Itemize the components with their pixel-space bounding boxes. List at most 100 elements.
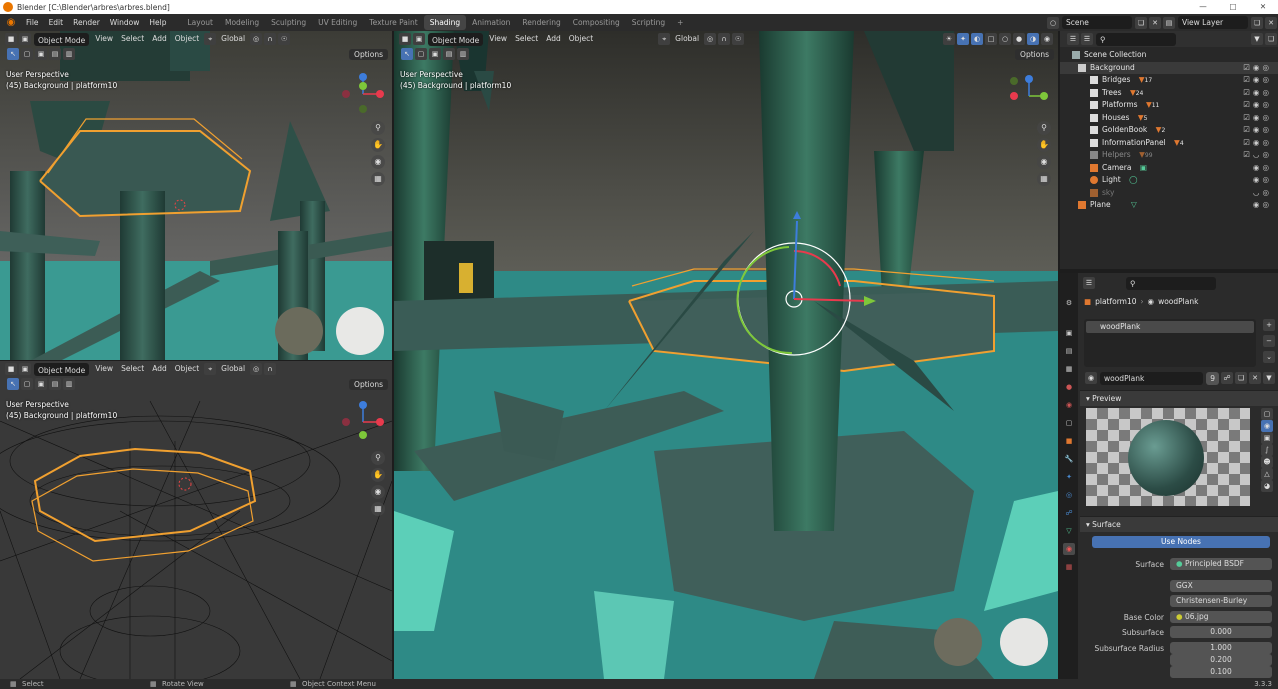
select-tool-icon[interactable]: ↖ <box>401 48 413 60</box>
ortho-grid-icon[interactable]: ▦ <box>371 502 385 516</box>
options-button[interactable]: Options <box>349 49 388 60</box>
outliner-row-helpers[interactable]: Helpers ▼99 ☑◡◎ <box>1060 149 1278 162</box>
surface-section-header[interactable]: ▾ Surface <box>1080 516 1278 532</box>
scene-selector[interactable]: Scene <box>1062 16 1132 29</box>
view-layer-tab-icon[interactable]: ▦ <box>1063 363 1075 375</box>
select-mode-set-icon[interactable]: ▢ <box>415 48 427 60</box>
proportional-edit-icon[interactable]: ☉ <box>278 33 291 45</box>
row-toggles[interactable]: ☑◉◎ <box>1243 124 1272 137</box>
pivot-icon[interactable]: ◎ <box>704 33 717 45</box>
subsurface-radius-z-field[interactable]: 0.100 <box>1170 666 1272 678</box>
delete-scene-icon[interactable]: ✕ <box>1149 16 1161 29</box>
ortho-grid-icon[interactable]: ▦ <box>371 172 385 186</box>
pan-hand-icon[interactable]: ✋ <box>371 138 385 152</box>
subsurface-method-dropdown[interactable]: Christensen-Burley <box>1170 595 1272 607</box>
snap-icon[interactable]: ∩ <box>264 33 277 45</box>
use-nodes-button[interactable]: Use Nodes <box>1092 536 1270 548</box>
material-users-count[interactable]: 9 <box>1206 371 1219 385</box>
navigation-gizmo[interactable] <box>1004 71 1054 121</box>
menu-add[interactable]: Add <box>148 31 171 47</box>
pan-hand-icon[interactable]: ✋ <box>371 468 385 482</box>
select-mode-invert-icon[interactable]: ▥ <box>457 48 469 60</box>
material-name-field[interactable]: woodPlank <box>1100 371 1204 385</box>
mode-selector[interactable]: Object Mode <box>34 32 90 46</box>
outliner-row-sky[interactable]: sky ◡◎ <box>1060 187 1278 200</box>
menu-select[interactable]: Select <box>511 31 542 47</box>
outliner-row-houses[interactable]: Houses ▼5 ☑◉◎ <box>1060 112 1278 125</box>
menu-view[interactable]: View <box>91 361 117 377</box>
render-tab-icon[interactable]: ▣ <box>1063 327 1075 339</box>
menu-help[interactable]: Help <box>144 14 171 31</box>
row-toggles[interactable]: ◡◎ <box>1253 187 1272 200</box>
row-toggles[interactable]: ☑◉◎ <box>1243 87 1272 100</box>
outliner-row-goldenbook[interactable]: GoldenBook ▼2 ☑◉◎ <box>1060 124 1278 137</box>
viewport-top-left[interactable]: ■ ▣ Object Mode View Select Add Object ⌖… <box>0 31 392 360</box>
texture-tab-icon[interactable]: ▦ <box>1063 561 1075 573</box>
minimize-icon[interactable]: — <box>1188 0 1218 14</box>
preview-cube-icon[interactable]: ▣ <box>1261 432 1273 444</box>
select-mode-extend-icon[interactable]: ▣ <box>35 378 47 390</box>
overlay-toggle-icon[interactable]: ◐ <box>971 33 983 45</box>
modifier-tab-icon[interactable]: 🔧 <box>1063 453 1075 465</box>
row-toggles[interactable]: ☑◡◎ <box>1243 149 1272 162</box>
row-toggles[interactable]: ☑◉◎ <box>1243 112 1272 125</box>
options-button[interactable]: Options <box>349 379 388 390</box>
outliner-row-informationpanel[interactable]: InformationPanel ▼4 ☑◉◎ <box>1060 137 1278 150</box>
select-mode-invert-icon[interactable]: ▥ <box>63 48 75 60</box>
subsurface-field[interactable]: 0.000 <box>1170 626 1272 638</box>
link-mode-icon[interactable]: ▼ <box>1263 372 1275 384</box>
material-slot-list[interactable]: woodPlank <box>1084 319 1256 367</box>
shading-material-icon[interactable]: ◑ <box>1027 33 1039 45</box>
preview-monkey-icon[interactable]: ☻ <box>1261 456 1273 468</box>
tab-scripting[interactable]: Scripting <box>626 15 671 30</box>
proportional-edit-icon[interactable]: ☉ <box>732 33 745 45</box>
tab-layout[interactable]: Layout <box>181 15 219 30</box>
tab-modeling[interactable]: Modeling <box>219 15 265 30</box>
shading-wireframe-icon[interactable]: ○ <box>999 33 1011 45</box>
menu-render[interactable]: Render <box>68 14 105 31</box>
output-tab-icon[interactable]: ▤ <box>1063 345 1075 357</box>
filter-icon[interactable]: ▼ <box>1251 33 1263 45</box>
preview-hair-icon[interactable]: ∫ <box>1261 444 1273 456</box>
tool-tab-icon[interactable]: ⚙ <box>1063 297 1075 309</box>
close-icon[interactable]: ✕ <box>1248 0 1278 14</box>
row-toggles[interactable]: ◉◎ <box>1253 174 1272 187</box>
select-tool-icon[interactable]: ↖ <box>7 378 19 390</box>
options-button[interactable]: Options <box>1015 49 1054 60</box>
view-layer-selector[interactable]: View Layer <box>1178 16 1248 29</box>
row-toggles[interactable]: ☑◉◎ <box>1243 74 1272 87</box>
select-mode-subtract-icon[interactable]: ▤ <box>443 48 455 60</box>
material-tab-icon[interactable]: ◉ <box>1063 543 1075 555</box>
mode-selector[interactable]: Object Mode <box>34 362 90 376</box>
new-collection-icon[interactable]: ❏ <box>1265 33 1277 45</box>
shading-rendered-icon[interactable]: ◉ <box>1041 33 1053 45</box>
tab-sculpting[interactable]: Sculpting <box>265 15 312 30</box>
outliner-row-trees[interactable]: Trees ▼24 ☑◉◎ <box>1060 87 1278 100</box>
navigation-gizmo[interactable] <box>338 397 388 447</box>
select-mode-subtract-icon[interactable]: ▤ <box>49 378 61 390</box>
new-view-layer-icon[interactable]: ❏ <box>1251 16 1263 29</box>
shading-solid-icon[interactable]: ● <box>1013 33 1025 45</box>
menu-edit[interactable]: Edit <box>44 14 69 31</box>
material-slot-item[interactable]: woodPlank <box>1086 321 1254 333</box>
menu-object[interactable]: Object <box>565 31 597 47</box>
outliner-row-light[interactable]: Light ◯ ◉◎ <box>1060 174 1278 187</box>
outliner-row-platforms[interactable]: Platforms ▼11 ☑◉◎ <box>1060 99 1278 112</box>
fake-user-icon[interactable]: ☍ <box>1221 372 1233 384</box>
orientation-selector[interactable]: Global <box>671 31 703 47</box>
tab-rendering[interactable]: Rendering <box>516 15 566 30</box>
menu-add[interactable]: Add <box>542 31 565 47</box>
orientation-selector[interactable]: Global <box>217 31 249 47</box>
tab-uv-editing[interactable]: UV Editing <box>312 15 363 30</box>
tab-shading[interactable]: Shading <box>423 15 467 30</box>
select-mode-subtract-icon[interactable]: ▤ <box>49 48 61 60</box>
physics-tab-icon[interactable]: ◎ <box>1063 489 1075 501</box>
tab-compositing[interactable]: Compositing <box>567 15 626 30</box>
gizmo-toggle-icon[interactable]: ✦ <box>957 33 969 45</box>
menu-window[interactable]: Window <box>105 14 145 31</box>
preview-sphere-icon[interactable]: ◉ <box>1261 420 1273 432</box>
editor-type-icon[interactable]: ☰ <box>1067 33 1079 45</box>
camera-view-icon[interactable]: ◉ <box>371 155 385 169</box>
outliner-row-background[interactable]: Background ☑◉◎ <box>1060 61 1278 74</box>
row-toggles[interactable]: ◉◎ <box>1253 199 1272 212</box>
